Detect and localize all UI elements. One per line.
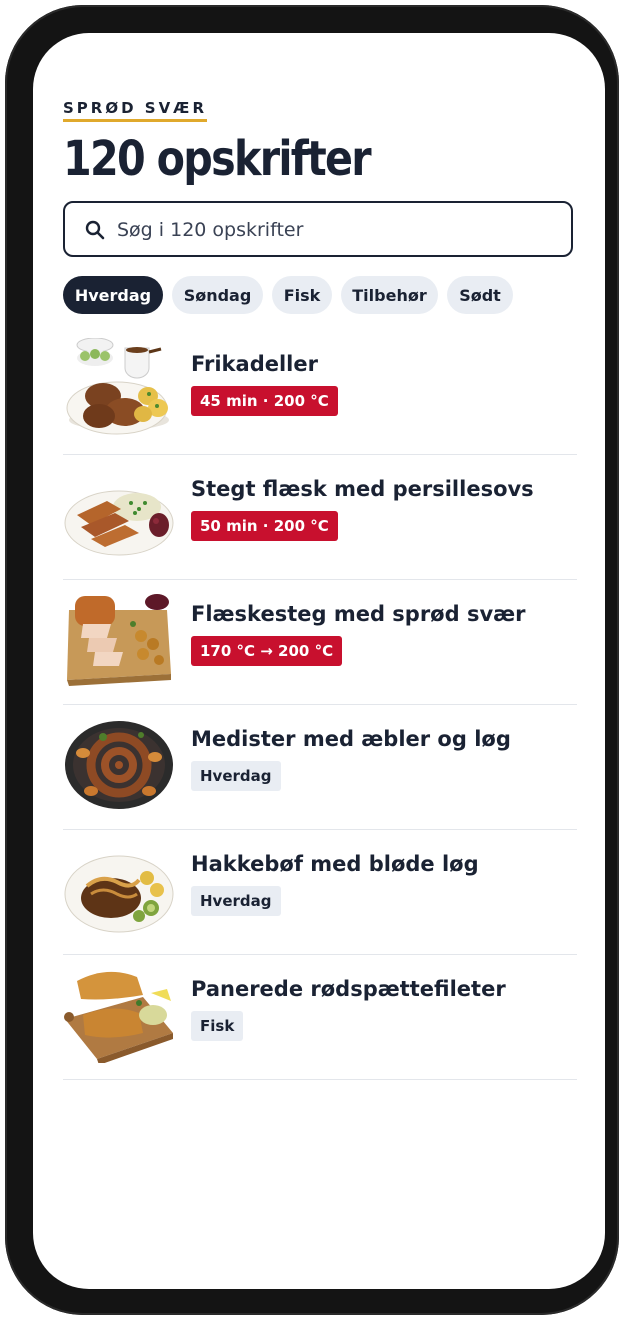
chip-sodt[interactable]: Sødt xyxy=(447,276,513,314)
fish-fillet-image xyxy=(64,971,173,1063)
roast-pork-image xyxy=(67,594,171,686)
pork-belly-image xyxy=(64,490,174,556)
recipe-title: Stegt flæsk med persillesovs xyxy=(191,477,534,501)
recipe-title: Hakkebøf med bløde løg xyxy=(191,852,479,876)
search-box[interactable] xyxy=(63,201,573,257)
recipe-title: Panerede rødspættefileter xyxy=(191,977,506,1001)
phone-frame: SPRØD SVÆR 120 opskrifter Hverdag Søndag… xyxy=(5,5,619,1315)
phone-screen: SPRØD SVÆR 120 opskrifter Hverdag Søndag… xyxy=(33,33,605,1289)
search-input[interactable] xyxy=(115,203,559,257)
recipe-badge: 170 °C → 200 °C xyxy=(191,636,343,666)
recipe-row[interactable]: Medister med æbler og løg Hverdag xyxy=(63,705,577,830)
recipe-row[interactable]: Panerede rødspættefileter Fisk xyxy=(63,955,577,1080)
recipe-badge: 50 min · 200 °C xyxy=(191,511,338,541)
chip-hverdag[interactable]: Hverdag xyxy=(63,276,163,314)
hakkebof-image xyxy=(64,855,174,933)
frikadeller-image xyxy=(66,338,169,435)
recipe-row[interactable]: Frikadeller 45 min · 200 °C xyxy=(63,330,577,455)
chip-sondag[interactable]: Søndag xyxy=(172,276,263,314)
recipe-badge: Hverdag xyxy=(191,886,281,916)
page-title: 120 opskrifter xyxy=(63,131,372,187)
recipe-title: Frikadeller xyxy=(191,352,318,376)
chip-fisk[interactable]: Fisk xyxy=(272,276,332,314)
recipe-row[interactable]: Stegt flæsk med persillesovs 50 min · 20… xyxy=(63,455,577,580)
recipe-title: Flæskesteg med sprød svær xyxy=(191,602,526,626)
recipe-badge: 45 min · 200 °C xyxy=(191,386,338,416)
brand-label: SPRØD SVÆR xyxy=(63,99,208,122)
recipe-title: Medister med æbler og løg xyxy=(191,727,511,751)
recipe-row[interactable]: Hakkebøf med bløde løg Hverdag xyxy=(63,830,577,955)
medister-image xyxy=(65,721,173,809)
recipe-badge: Hverdag xyxy=(191,761,281,791)
search-icon xyxy=(85,220,105,240)
recipe-badge: Fisk xyxy=(191,1011,244,1041)
chip-tilbehor[interactable]: Tilbehør xyxy=(341,276,438,314)
recipe-row[interactable]: Flæskesteg med sprød svær 170 °C → 200 °… xyxy=(63,580,577,705)
